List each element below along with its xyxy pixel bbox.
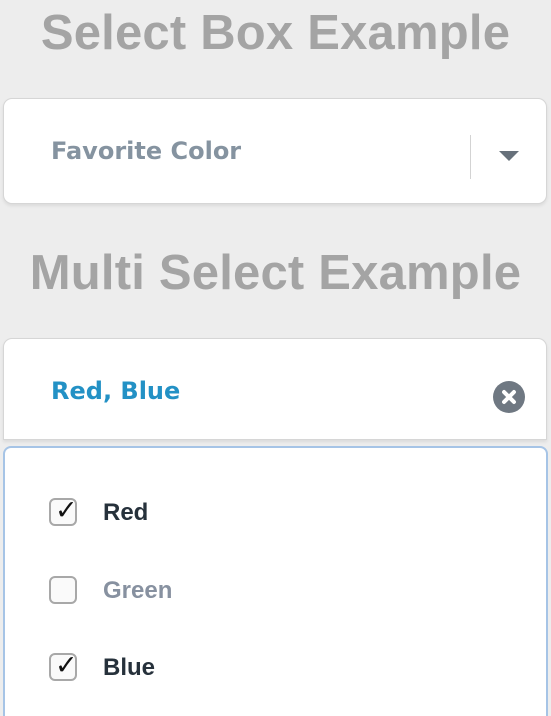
checkbox[interactable]: ✓ bbox=[49, 650, 78, 681]
multi-select-box[interactable]: Red, Blue bbox=[3, 338, 547, 440]
option-green[interactable]: Green bbox=[49, 572, 349, 612]
checkbox[interactable] bbox=[49, 576, 77, 604]
option-label: Blue bbox=[103, 654, 156, 681]
checkmark-icon: ✓ bbox=[55, 650, 78, 681]
option-label: Green bbox=[103, 577, 173, 604]
select-divider bbox=[470, 135, 471, 179]
favorite-color-select[interactable]: Favorite Color bbox=[3, 98, 547, 204]
checkbox[interactable]: ✓ bbox=[49, 495, 78, 526]
checkmark-icon: ✓ bbox=[55, 495, 78, 526]
chevron-down-icon[interactable] bbox=[499, 151, 519, 161]
option-blue[interactable]: ✓ Blue bbox=[49, 649, 349, 689]
select-box-heading: Select Box Example bbox=[40, 6, 511, 60]
clear-icon[interactable] bbox=[493, 381, 525, 413]
multi-select-heading: Multi Select Example bbox=[29, 246, 522, 300]
multi-select-dropdown: ✓ Red Green ✓ Blue bbox=[3, 446, 548, 716]
option-red[interactable]: ✓ Red bbox=[49, 494, 349, 534]
multi-select-value: Red, Blue bbox=[51, 377, 181, 405]
select-value: Favorite Color bbox=[51, 137, 242, 165]
option-label: Red bbox=[103, 499, 149, 526]
